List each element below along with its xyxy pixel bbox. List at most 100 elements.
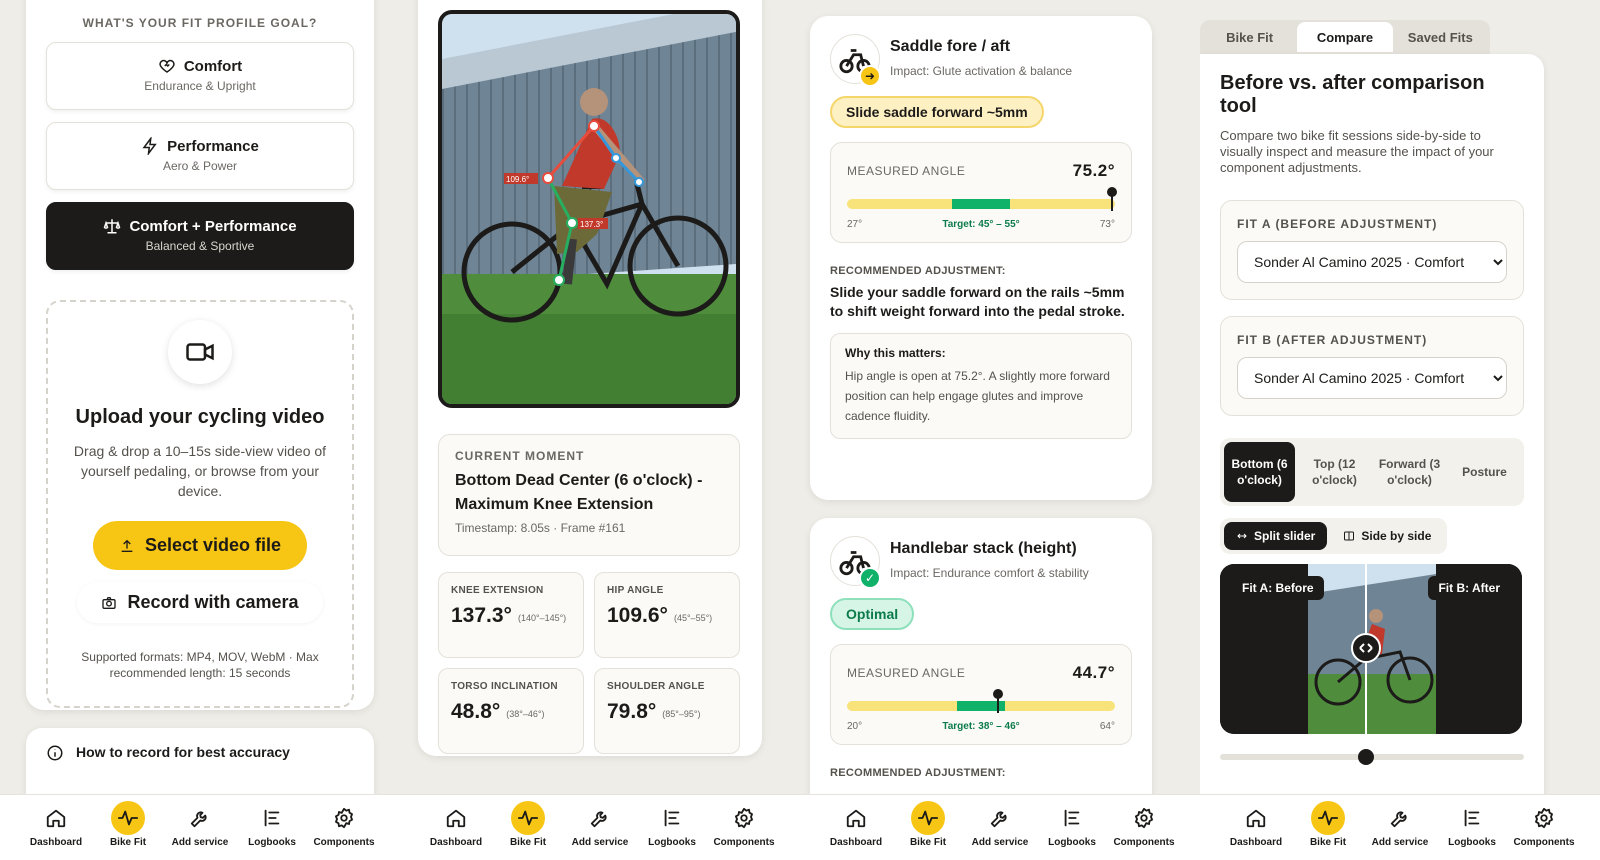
nav-item-bike-fit[interactable]: Bike Fit: [492, 801, 564, 848]
nav-label: Bike Fit: [109, 837, 147, 848]
adjustment-title: Handlebar stack (height): [890, 540, 1077, 557]
scale-max: 64°: [1099, 721, 1115, 732]
panel-analysis: 109.6° 137.3° CURRENT MOMENT Bottom Dead…: [400, 0, 792, 860]
bottom-nav: Dashboard Bike Fit Add service Logbooks Comp…: [0, 794, 400, 860]
nav-item-dashboard[interactable]: Dashboard: [1220, 801, 1292, 848]
metric-knee-extension: KNEE EXTENSION 137.3° (140°–145°): [438, 572, 584, 658]
tab-saved-fits[interactable]: Saved Fits: [1393, 22, 1488, 52]
nav-item-dashboard[interactable]: Dashboard: [20, 801, 92, 848]
fit-a-box: FIT A (BEFORE ADJUSTMENT) Sonder Al Cami…: [1220, 200, 1524, 300]
nav-item-logbooks[interactable]: Logbooks: [236, 801, 308, 848]
info-icon: [47, 745, 63, 761]
list-icon: [1055, 801, 1089, 835]
mode-side-by-side[interactable]: Side by side: [1331, 522, 1443, 550]
compare-slider[interactable]: [1220, 749, 1524, 765]
recommendation-label: RECOMMENDED ADJUSTMENT:: [830, 265, 1006, 277]
nav-item-components[interactable]: Components: [708, 801, 780, 848]
goal-comfort-performance[interactable]: Comfort + Performance Balanced & Sportiv…: [46, 202, 354, 270]
check-icon: ✓: [859, 567, 881, 589]
metric-range: (38°–46°): [506, 709, 545, 719]
nav-item-components[interactable]: Components: [1508, 801, 1580, 848]
nav-label: Bike Fit: [1309, 837, 1347, 848]
comparison-viewer[interactable]: Fit A: Before Fit B: After: [1220, 564, 1522, 734]
current-moment-card: CURRENT MOMENT Bottom Dead Center (6 o'c…: [438, 434, 740, 556]
nav-item-dashboard[interactable]: Dashboard: [420, 801, 492, 848]
nav-label: Dashboard: [29, 837, 83, 848]
fit-b-tag: Fit B: After: [1428, 576, 1510, 600]
nav-item-add-service[interactable]: Add service: [1364, 801, 1436, 848]
gauge-marker: [1106, 187, 1117, 211]
fit-a-select[interactable]: Sonder Al Camino 2025 · Comfort: [1237, 241, 1507, 283]
gear-icon: [1127, 801, 1161, 835]
nav-label: Dashboard: [829, 837, 883, 848]
phase-top[interactable]: Top (12 o'clock): [1299, 442, 1370, 502]
record-camera-button[interactable]: Record with camera: [77, 582, 323, 623]
nav-item-bike-fit[interactable]: Bike Fit: [892, 801, 964, 848]
columns-icon: [1344, 531, 1355, 541]
nav-item-add-service[interactable]: Add service: [964, 801, 1036, 848]
adjustment-impact: Impact: Endurance comfort & stability: [890, 566, 1089, 580]
adjustment-impact: Impact: Glute activation & balance: [890, 64, 1073, 78]
goal-performance[interactable]: Performance Aero & Power: [46, 122, 354, 190]
fit-b-box: FIT B (AFTER ADJUSTMENT) Sonder Al Camin…: [1220, 316, 1524, 416]
nav-item-dashboard[interactable]: Dashboard: [820, 801, 892, 848]
scale-min: 20°: [847, 721, 863, 732]
wrench-icon: [583, 801, 617, 835]
phase-bottom[interactable]: Bottom (6 o'clock): [1224, 442, 1295, 502]
goal-comfort[interactable]: Comfort Endurance & Upright: [46, 42, 354, 110]
tab-compare[interactable]: Compare: [1297, 22, 1393, 52]
tab-bike-fit[interactable]: Bike Fit: [1202, 22, 1297, 52]
nav-label: Add service: [171, 837, 229, 848]
nav-item-add-service[interactable]: Add service: [164, 801, 236, 848]
nav-item-bike-fit[interactable]: Bike Fit: [1292, 801, 1364, 848]
wrench-icon: [983, 801, 1017, 835]
metric-label: HIP ANGLE: [607, 585, 664, 596]
goal-sub: Balanced & Sportive: [145, 239, 255, 253]
angle-gauge: MEASURED ANGLE 44.7° 20° Target: 38° – 46°…: [830, 644, 1132, 745]
nav-label: Dashboard: [1229, 837, 1283, 848]
mode-split-slider[interactable]: Split slider: [1224, 522, 1328, 550]
goal-sub: Aero & Power: [162, 159, 238, 173]
slider-thumb[interactable]: [1357, 749, 1374, 765]
lightning-icon: [142, 137, 157, 155]
scale-target: Target: 45° – 55°: [942, 219, 1020, 230]
nav-item-logbooks[interactable]: Logbooks: [1036, 801, 1108, 848]
formats-note: Supported formats: MP4, MOV, WebM · Max …: [81, 650, 319, 680]
nav-item-logbooks[interactable]: Logbooks: [636, 801, 708, 848]
phase-posture[interactable]: Posture: [1449, 442, 1520, 502]
upload-dropzone[interactable]: Upload your cycling video Drag & drop a …: [46, 300, 354, 708]
panel-upload: WHAT'S YOUR FIT PROFILE GOAL? Comfort En…: [0, 0, 392, 860]
upload-icon: [121, 539, 133, 552]
home-icon: [439, 801, 473, 835]
video-camera-icon: [168, 320, 232, 384]
gear-icon: [727, 801, 761, 835]
nav-item-bike-fit[interactable]: Bike Fit: [92, 801, 164, 848]
moment-timestamp: Timestamp: 8.05s · Frame #161: [455, 521, 626, 535]
nav-item-components[interactable]: Components: [308, 801, 380, 848]
rider-video-illustration: 109.6° 137.3°: [442, 14, 736, 404]
target-zone: [951, 199, 1011, 209]
goal-sub: Endurance & Upright: [144, 79, 256, 93]
pulse-icon: [111, 801, 145, 835]
gear-icon: [327, 801, 361, 835]
balance-icon: [104, 219, 121, 234]
metric-value: 109.6°: [607, 604, 668, 627]
nav-item-add-service[interactable]: Add service: [564, 801, 636, 848]
nav-label: Components: [1513, 837, 1575, 848]
pulse-icon: [511, 801, 545, 835]
nav-item-components[interactable]: Components: [1108, 801, 1180, 848]
status-badge: Optimal: [830, 598, 915, 630]
gear-icon: [1527, 801, 1561, 835]
fit-b-select[interactable]: Sonder Al Camino 2025 · Comfort: [1237, 357, 1507, 399]
mode-label: Split slider: [1254, 529, 1316, 543]
page-title: Before vs. after comparison tool: [1220, 72, 1485, 117]
compare-card: Before vs. after comparison tool Compare…: [1200, 54, 1544, 814]
camera-icon: [102, 596, 117, 609]
phase-forward[interactable]: Forward (3 o'clock): [1374, 442, 1445, 502]
select-video-button[interactable]: Select video file: [92, 521, 308, 570]
view-mode-selector: Split slider Side by side: [1220, 518, 1448, 554]
gauge-value: 75.2°: [1072, 161, 1115, 180]
nav-item-logbooks[interactable]: Logbooks: [1436, 801, 1508, 848]
phase-selector: Bottom (6 o'clock) Top (12 o'clock) Forw…: [1220, 438, 1524, 506]
video-frame[interactable]: 109.6° 137.3°: [438, 10, 740, 408]
